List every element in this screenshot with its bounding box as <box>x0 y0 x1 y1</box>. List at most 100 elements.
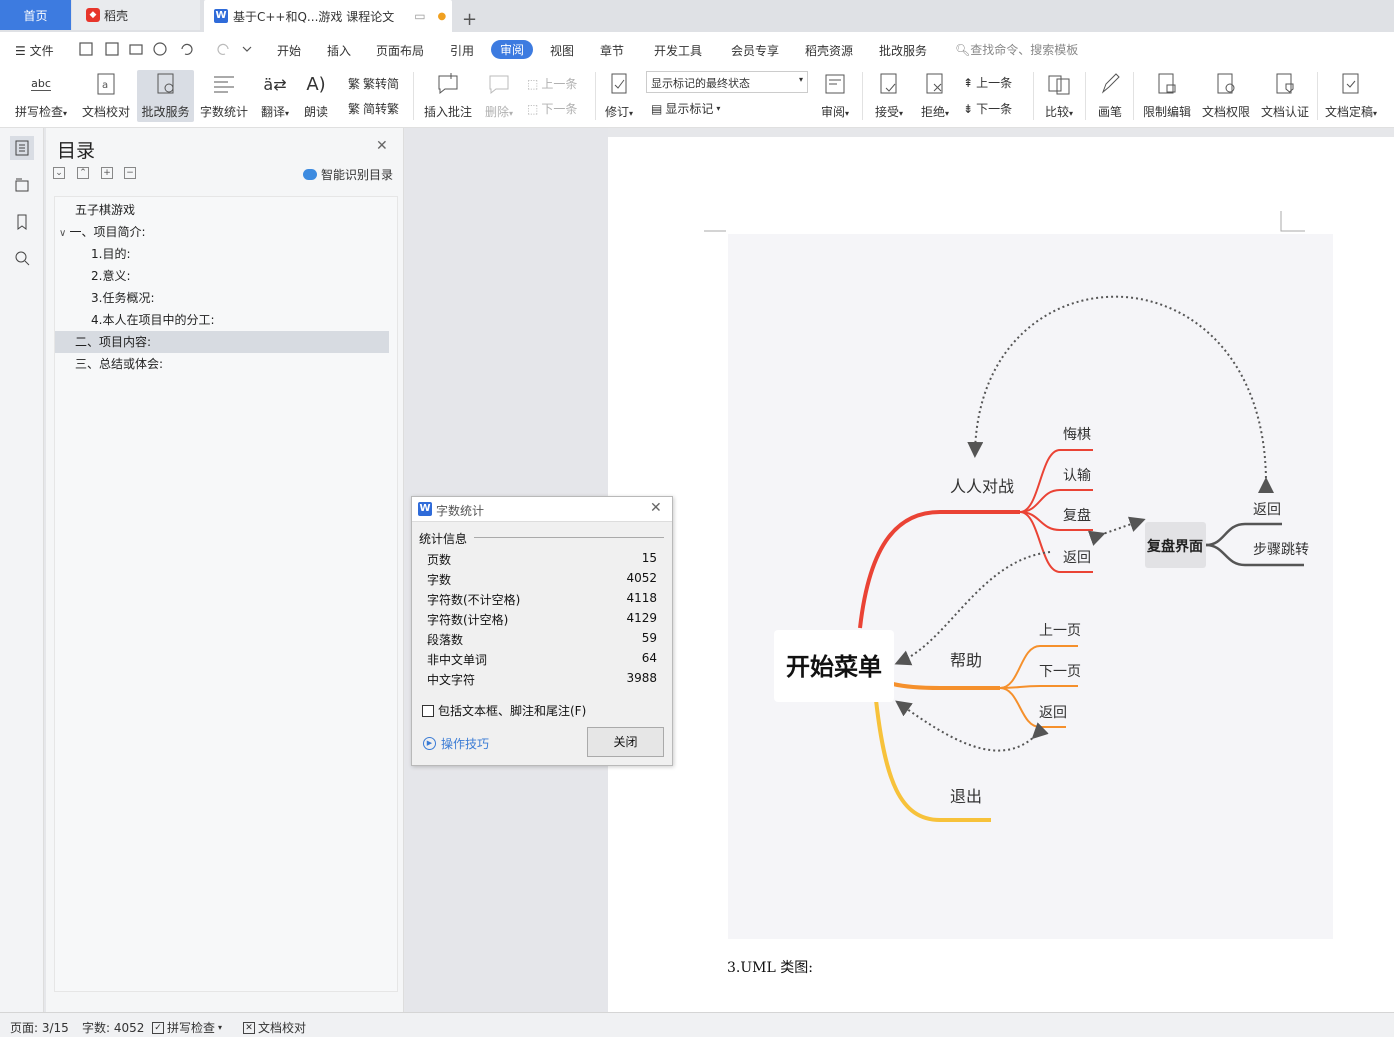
compare-button[interactable]: 比较▾ <box>1040 70 1078 120</box>
toc-item-selected[interactable]: 二、项目内容: <box>55 331 389 353</box>
expand-up-icon[interactable]: ⌃ <box>77 167 89 179</box>
accept-label: 接受 <box>874 105 899 119</box>
unsaved-dot-icon: ● <box>437 10 447 22</box>
translate-button[interactable]: ä⇄ 翻译▾ <box>256 70 294 120</box>
toc-item[interactable]: 2.意义: <box>55 265 389 287</box>
next-change-button[interactable]: ⇟ 下一条 <box>963 100 1012 117</box>
prev-page-label: 上一页 <box>1039 623 1081 639</box>
menu-member[interactable]: 会员专享 <box>731 42 779 59</box>
review-pane-button[interactable]: 审阅▾ <box>817 70 853 120</box>
new-tab-button[interactable]: + <box>462 4 477 34</box>
arrow-back-to-root-2 <box>895 700 1049 752</box>
review-pane-label: 审阅 <box>820 105 845 119</box>
status-spellcheck[interactable]: ✓ 拼写检查 ▾ <box>152 1019 222 1036</box>
reject-button[interactable]: 拒绝▾ <box>916 70 954 120</box>
checkbox-icon[interactable] <box>422 704 434 717</box>
proofread-button[interactable]: a 文档校对 <box>80 70 132 120</box>
tips-link[interactable]: ▶ 操作技巧 <box>423 735 489 752</box>
prev-comment-button[interactable]: ⬚ 上一条 <box>527 75 577 92</box>
status-proofread-label: 文档校对 <box>258 1021 307 1035</box>
toc-pane-icon[interactable] <box>10 136 34 160</box>
tab-home[interactable]: 首页 <box>0 0 71 30</box>
toc-item[interactable]: 4.本人在项目中的分工: <box>55 309 389 331</box>
toc-item[interactable]: 五子棋游戏 <box>55 199 389 221</box>
lock-doc-icon <box>1141 70 1193 98</box>
wordcount-button[interactable]: 字数统计 <box>199 70 249 120</box>
chevron-down-icon[interactable]: ∨ <box>59 228 70 239</box>
doc-certify-button[interactable]: 文档认证 <box>1259 70 1311 120</box>
menu-reference[interactable]: 引用 <box>450 42 474 59</box>
reject-icon <box>916 70 954 98</box>
file-menu[interactable]: ☰ 文件 <box>15 42 54 59</box>
close-button[interactable]: 关闭 <box>587 727 664 757</box>
reject-label: 拒绝 <box>920 105 945 119</box>
menu-devtools[interactable]: 开发工具 <box>654 42 702 59</box>
spellcheck-button[interactable]: abc 拼写检查▾ <box>10 70 72 120</box>
close-icon[interactable]: ✕ <box>376 138 388 154</box>
show-markup-button[interactable]: ▤ 显示标记 ▾ <box>651 100 720 117</box>
tab-document[interactable]: W 基于C++和Q...游戏 课程论文 ▭ ● <box>204 0 452 32</box>
stat-value: 4118 <box>626 591 657 605</box>
accept-button[interactable]: 接受▾ <box>870 70 908 120</box>
menu-daoke-resources[interactable]: 稻壳资源 <box>805 42 853 59</box>
menu-start[interactable]: 开始 <box>277 42 301 59</box>
stat-row: 非中文单词 64 <box>427 651 657 671</box>
translate-label: 翻译 <box>260 105 285 119</box>
tab-daoke[interactable]: ◆ 稻壳 <box>72 0 200 30</box>
toc-item[interactable]: 3.任务概况: <box>55 287 389 309</box>
menu-insert[interactable]: 插入 <box>327 42 351 59</box>
prev-change-button[interactable]: ⇞ 上一条 <box>963 74 1012 91</box>
smart-toc-label: 智能识别目录 <box>321 168 394 182</box>
markup-state-select[interactable]: 显示标记的最终状态 ▾ <box>646 71 808 93</box>
remove-heading-icon[interactable]: − <box>124 167 136 179</box>
page-indicator[interactable]: 页面: 3/15 <box>10 1019 69 1036</box>
menu-pigai[interactable]: 批改服务 <box>879 42 927 59</box>
compare-label: 比较 <box>1044 105 1069 119</box>
chapter-nav-icon[interactable] <box>10 173 34 197</box>
file-menu-label: 文件 <box>29 44 54 58</box>
next-comment-button[interactable]: ⬚ 下一条 <box>527 100 577 117</box>
translate-icon: ä⇄ <box>263 74 287 94</box>
toc-item[interactable]: 1.目的: <box>55 243 389 265</box>
pigai-button[interactable]: 批改服务 <box>137 70 194 122</box>
insert-comment-button[interactable]: 插入批注 <box>421 70 475 120</box>
writer-logo-icon: W <box>214 9 228 23</box>
menu-layout[interactable]: 页面布局 <box>376 42 424 59</box>
bookmark-icon[interactable] <box>10 210 34 234</box>
spellcheck-label: 拼写检查 <box>14 105 63 119</box>
dialog-titlebar[interactable]: W 字数统计 ✕ <box>412 497 672 522</box>
simp-to-trad-button[interactable]: 繁简转繁 <box>348 100 399 117</box>
smart-toc-button[interactable]: 智能识别目录 <box>303 166 393 183</box>
pen-icon <box>1095 70 1125 98</box>
close-icon[interactable]: ✕ <box>650 500 662 516</box>
delete-comment-button[interactable]: 删除▾ <box>481 70 517 120</box>
stat-value: 15 <box>641 551 657 565</box>
menu-chapter[interactable]: 章节 <box>600 42 624 59</box>
revise-button[interactable]: 修订▾ <box>600 70 638 120</box>
add-heading-icon[interactable]: + <box>101 167 113 179</box>
menu-review[interactable]: 审阅 <box>491 40 534 59</box>
find-icon[interactable] <box>10 246 34 270</box>
collapse-all-icon[interactable]: ⌄ <box>53 167 65 179</box>
include-textbox-label: 包括文本框、脚注和尾注(F) <box>438 704 587 718</box>
toc-item[interactable]: ∨ 一、项目简介: <box>55 221 389 243</box>
trad-to-simp-button[interactable]: 繁繁转简 <box>348 75 399 92</box>
pen-button[interactable]: 画笔 <box>1095 70 1125 120</box>
svg-text:a: a <box>102 80 108 91</box>
restrict-edit-button[interactable]: 限制编辑 <box>1141 70 1193 120</box>
readaloud-button[interactable]: A) 朗读 <box>302 70 330 120</box>
menu-view[interactable]: 视图 <box>550 42 574 59</box>
redo-icon <box>217 43 229 55</box>
toc-item[interactable]: 三、总结或体会: <box>55 353 389 375</box>
status-proofread[interactable]: ✕ 文档校对 <box>243 1019 306 1036</box>
checkbox-checked-icon: ✓ <box>152 1021 164 1034</box>
command-search[interactable]: 🔍︎查找命令、搜索模板 <box>955 41 1078 58</box>
show-markup-icon: ▤ <box>651 101 663 116</box>
finalize-button[interactable]: 文档定稿▾ <box>1322 70 1380 120</box>
screen-icon[interactable]: ▭ <box>414 9 425 23</box>
include-textbox-checkbox[interactable]: 包括文本框、脚注和尾注(F) <box>422 702 586 719</box>
play-icon: ▶ <box>423 737 436 750</box>
navigation-rail <box>0 128 44 1012</box>
word-count-indicator[interactable]: 字数: 4052 <box>82 1019 144 1036</box>
doc-permission-button[interactable]: 文档权限 <box>1200 70 1252 120</box>
